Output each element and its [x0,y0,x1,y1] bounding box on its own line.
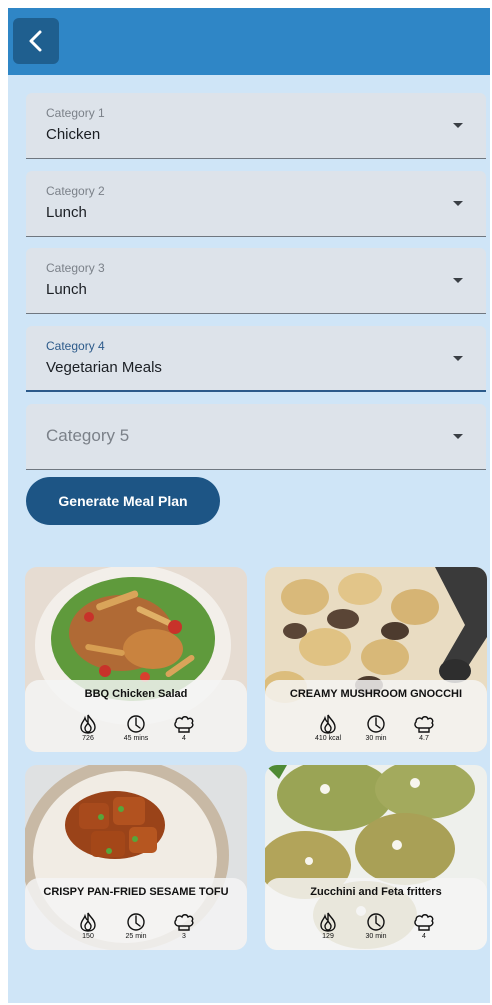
dropdown-arrow-icon [453,278,463,283]
timer-icon [127,913,145,931]
generate-meal-plan-button[interactable]: Generate Meal Plan [26,477,220,525]
category-2-dropdown[interactable]: Category 2 Lunch [26,171,486,237]
calories-value: 726 [82,735,94,742]
category-3-label: Category 3 [46,261,105,275]
time-stat: 45 mins [113,714,159,742]
time-value: 30 min [365,933,387,940]
meal-title: CRISPY PAN-FRIED SESAME TOFU [43,886,229,898]
category-3-value: Lunch [46,281,87,298]
time-value: 45 mins [123,735,149,742]
app-bar [8,8,490,75]
serves-value: 4 [182,735,186,742]
meal-title: BBQ Chicken Salad [84,688,188,700]
calories-stat: 410 kcal [305,714,351,742]
serves-stat: 4 [161,714,207,742]
time-stat: 30 min [353,912,399,940]
meal-info-panel: Zucchini and Feta fritters 129 30 min 4 [265,878,487,950]
dropdown-arrow-icon [453,123,463,128]
category-4-label: Category 4 [46,339,105,353]
flame-icon [80,714,96,734]
category-1-value: Chicken [46,126,101,143]
chef-hat-icon [174,716,194,733]
serves-stat: 4.7 [401,714,447,742]
serves-stat: 4 [401,912,447,940]
dropdown-arrow-icon [453,434,463,439]
meal-stats: 129 30 min 4 [305,912,447,940]
chef-hat-icon [414,914,434,931]
timer-icon [367,913,385,931]
meal-stats: 150 25 min 3 [65,912,207,940]
meal-card[interactable]: CRISPY PAN-FRIED SESAME TOFU 150 25 min … [25,765,247,950]
category-5-placeholder: Category 5 [46,426,130,445]
category-4-dropdown[interactable]: Category 4 Vegetarian Meals [26,326,486,392]
meal-info-panel: CREAMY MUSHROOM GNOCCHI 410 kcal 30 min … [265,680,487,752]
timer-icon [127,715,145,733]
chef-hat-icon [174,914,194,931]
category-3-dropdown[interactable]: Category 3 Lunch [26,248,486,314]
category-2-value: Lunch [46,204,87,221]
serves-stat: 3 [161,912,207,940]
time-stat: 30 min [353,714,399,742]
serves-value: 4.7 [419,735,429,742]
meal-info-panel: BBQ Chicken Salad 726 45 mins 4 [25,680,247,752]
timer-icon [367,715,385,733]
calories-stat: 726 [65,714,111,742]
meal-title: Zucchini and Feta fritters [310,886,442,898]
back-button[interactable] [13,18,59,64]
dropdown-arrow-icon [453,201,463,206]
meal-stats: 726 45 mins 4 [65,714,207,742]
meal-stats: 410 kcal 30 min 4.7 [305,714,447,742]
flame-icon [80,912,96,932]
meal-info-panel: CRISPY PAN-FRIED SESAME TOFU 150 25 min … [25,878,247,950]
category-2-label: Category 2 [46,184,105,198]
time-stat: 25 min [113,912,159,940]
serves-value: 3 [182,933,186,940]
category-1-dropdown[interactable]: Category 1 Chicken [26,93,486,159]
meal-card[interactable]: Zucchini and Feta fritters 129 30 min 4 [265,765,487,950]
meal-title: CREAMY MUSHROOM GNOCCHI [289,688,463,700]
category-1-label: Category 1 [46,106,105,120]
time-value: 30 min [365,735,387,742]
meal-card[interactable]: BBQ Chicken Salad 726 45 mins 4 [25,567,247,752]
calories-value: 129 [322,933,334,940]
calories-value: 150 [82,933,94,940]
flame-icon [320,714,336,734]
meal-card[interactable]: CREAMY MUSHROOM GNOCCHI 410 kcal 30 min … [265,567,487,752]
calories-value: 410 kcal [314,735,342,742]
calories-stat: 150 [65,912,111,940]
time-value: 25 min [125,933,147,940]
category-5-dropdown[interactable]: Category 5 [26,404,486,470]
category-4-value: Vegetarian Meals [46,359,162,376]
chef-hat-icon [414,716,434,733]
flame-icon [320,912,336,932]
screen: Category 1 Chicken Category 2 Lunch Cate… [8,8,490,1003]
chevron-left-icon [29,30,42,52]
dropdown-arrow-icon [453,356,463,361]
calories-stat: 129 [305,912,351,940]
serves-value: 4 [422,933,426,940]
